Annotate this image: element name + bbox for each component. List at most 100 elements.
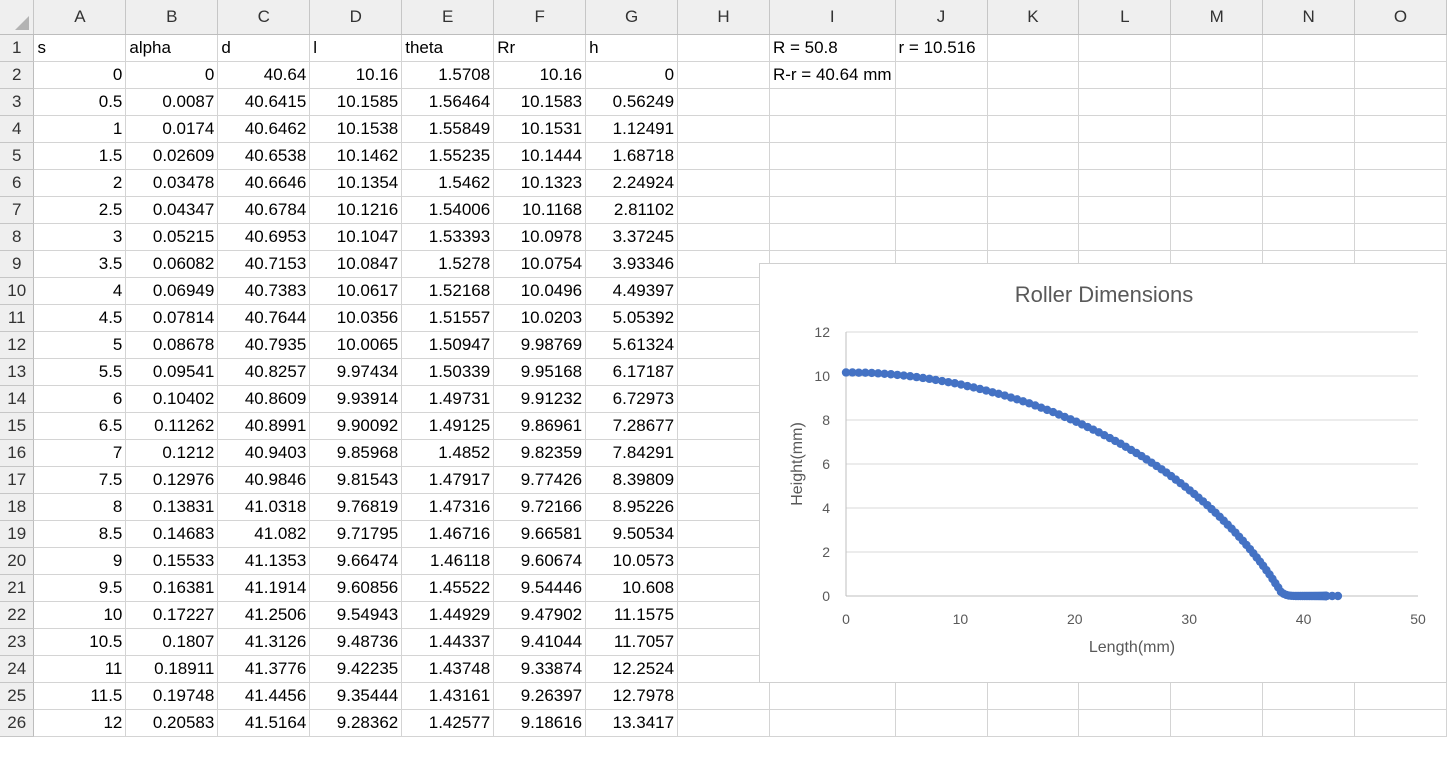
cell-g16[interactable]: 7.84291 [585, 439, 679, 467]
cell-b26[interactable]: 0.20583 [125, 709, 219, 737]
cell-j26[interactable] [895, 709, 988, 737]
chart-roller-dimensions[interactable]: 0 2 4 6 8 10 12 0 10 20 30 40 50 Roller Dimensions … [759, 263, 1447, 683]
cell-m1[interactable] [1170, 34, 1264, 62]
cell-c16[interactable]: 40.9403 [217, 439, 311, 467]
cell-g11[interactable]: 5.05392 [585, 304, 679, 332]
column-header-c[interactable]: C [217, 0, 311, 35]
cell-e16[interactable]: 1.4852 [401, 439, 495, 467]
cell-g6[interactable]: 2.24924 [585, 169, 679, 197]
cell-c2[interactable]: 40.64 [217, 61, 311, 89]
cell-m8[interactable] [1170, 223, 1264, 251]
cell-h2[interactable] [677, 61, 770, 89]
cell-d10[interactable]: 10.0617 [309, 277, 403, 305]
column-header-e[interactable]: E [401, 0, 495, 35]
row-header-12[interactable]: 12 [0, 331, 35, 359]
cell-f25[interactable]: 9.26397 [493, 682, 587, 710]
cell-c25[interactable]: 41.4456 [217, 682, 311, 710]
cell-c3[interactable]: 40.6415 [217, 88, 311, 116]
cell-h21[interactable] [677, 574, 770, 602]
row-header-18[interactable]: 18 [0, 493, 35, 521]
cell-e14[interactable]: 1.49731 [401, 385, 495, 413]
cell-o26[interactable] [1354, 709, 1447, 737]
cell-b19[interactable]: 0.14683 [125, 520, 219, 548]
cell-c1[interactable]: d [217, 34, 311, 62]
select-all-corner[interactable] [0, 0, 35, 35]
cell-o2[interactable] [1354, 61, 1447, 89]
cell-l7[interactable] [1078, 196, 1172, 224]
cell-e17[interactable]: 1.47917 [401, 466, 495, 494]
cell-d17[interactable]: 9.81543 [309, 466, 403, 494]
cell-h13[interactable] [677, 358, 770, 386]
cell-m4[interactable] [1170, 115, 1264, 143]
column-header-m[interactable]: M [1170, 0, 1264, 35]
cell-a21[interactable]: 9.5 [33, 574, 127, 602]
cell-e19[interactable]: 1.46716 [401, 520, 495, 548]
cell-e10[interactable]: 1.52168 [401, 277, 495, 305]
column-header-d[interactable]: D [309, 0, 403, 35]
cell-l2[interactable] [1078, 61, 1172, 89]
cell-c19[interactable]: 41.082 [217, 520, 311, 548]
cell-f2[interactable]: 10.16 [493, 61, 587, 89]
cell-b24[interactable]: 0.18911 [125, 655, 219, 683]
cell-a15[interactable]: 6.5 [33, 412, 127, 440]
column-header-j[interactable]: J [895, 0, 988, 35]
cell-c12[interactable]: 40.7935 [217, 331, 311, 359]
cell-g1[interactable]: h [585, 34, 679, 62]
cell-l8[interactable] [1078, 223, 1172, 251]
cell-d20[interactable]: 9.66474 [309, 547, 403, 575]
cell-b23[interactable]: 0.1807 [125, 628, 219, 656]
cell-k8[interactable] [987, 223, 1080, 251]
cell-e11[interactable]: 1.51557 [401, 304, 495, 332]
cell-f9[interactable]: 10.0754 [493, 250, 587, 278]
column-header-k[interactable]: K [987, 0, 1080, 35]
column-header-b[interactable]: B [125, 0, 219, 35]
cell-a4[interactable]: 1 [33, 115, 127, 143]
cell-h19[interactable] [677, 520, 770, 548]
cell-i5[interactable] [769, 142, 896, 170]
cell-c13[interactable]: 40.8257 [217, 358, 311, 386]
cell-i1[interactable]: R = 50.8 [769, 34, 896, 62]
cell-a16[interactable]: 7 [33, 439, 127, 467]
column-header-f[interactable]: F [493, 0, 587, 35]
cell-d12[interactable]: 10.0065 [309, 331, 403, 359]
cell-g15[interactable]: 7.28677 [585, 412, 679, 440]
cell-g2[interactable]: 0 [585, 61, 679, 89]
cell-f3[interactable]: 10.1583 [493, 88, 587, 116]
cell-k7[interactable] [987, 196, 1080, 224]
cell-e9[interactable]: 1.5278 [401, 250, 495, 278]
cell-k2[interactable] [987, 61, 1080, 89]
row-header-13[interactable]: 13 [0, 358, 35, 386]
cell-g25[interactable]: 12.7978 [585, 682, 679, 710]
cell-o8[interactable] [1354, 223, 1447, 251]
column-header-g[interactable]: G [585, 0, 679, 35]
cell-g24[interactable]: 12.2524 [585, 655, 679, 683]
cell-c26[interactable]: 41.5164 [217, 709, 311, 737]
cell-e15[interactable]: 1.49125 [401, 412, 495, 440]
cell-f10[interactable]: 10.0496 [493, 277, 587, 305]
cell-e24[interactable]: 1.43748 [401, 655, 495, 683]
cell-h18[interactable] [677, 493, 770, 521]
cell-b6[interactable]: 0.03478 [125, 169, 219, 197]
cell-o7[interactable] [1354, 196, 1447, 224]
cell-h14[interactable] [677, 385, 770, 413]
cell-i2[interactable]: R-r = 40.64 mm [769, 61, 896, 89]
cell-h1[interactable] [677, 34, 770, 62]
cell-e2[interactable]: 1.5708 [401, 61, 495, 89]
cell-h5[interactable] [677, 142, 770, 170]
cell-l6[interactable] [1078, 169, 1172, 197]
cell-d3[interactable]: 10.1585 [309, 88, 403, 116]
cell-n5[interactable] [1262, 142, 1356, 170]
cell-c14[interactable]: 40.8609 [217, 385, 311, 413]
cell-l5[interactable] [1078, 142, 1172, 170]
column-header-o[interactable]: O [1354, 0, 1447, 35]
cell-n2[interactable] [1262, 61, 1356, 89]
row-header-2[interactable]: 2 [0, 61, 35, 89]
cell-n8[interactable] [1262, 223, 1356, 251]
cell-d9[interactable]: 10.0847 [309, 250, 403, 278]
cell-i26[interactable] [769, 709, 896, 737]
cell-h20[interactable] [677, 547, 770, 575]
row-header-24[interactable]: 24 [0, 655, 35, 683]
cell-c9[interactable]: 40.7153 [217, 250, 311, 278]
cell-f21[interactable]: 9.54446 [493, 574, 587, 602]
cell-b7[interactable]: 0.04347 [125, 196, 219, 224]
